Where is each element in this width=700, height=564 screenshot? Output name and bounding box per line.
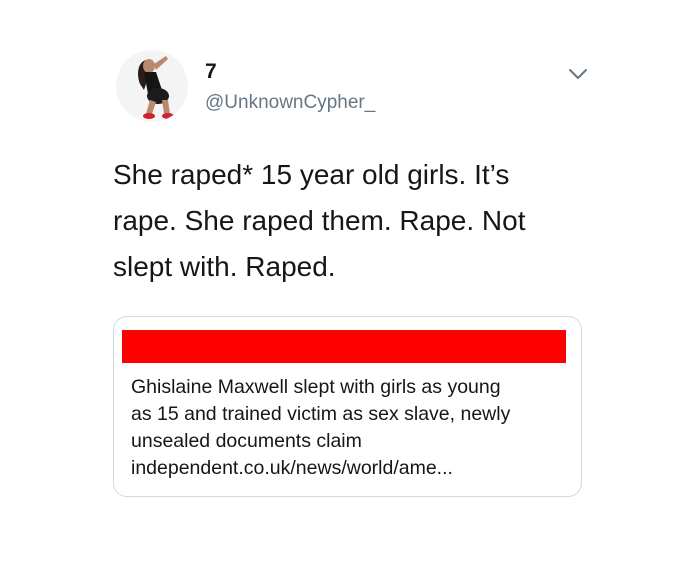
tweet-text-line: rape. She raped them. Rape. Not: [113, 205, 526, 236]
tweet-text-line: slept with. Raped.: [113, 251, 336, 282]
redacted-image: [122, 330, 566, 363]
link-card-body: Ghislaine Maxwell slept with girls as yo…: [131, 374, 571, 482]
tweet-menu-button[interactable]: [564, 62, 592, 86]
profile-photo-icon: [116, 50, 188, 122]
user-handle[interactable]: @UnknownCypher_: [205, 92, 375, 114]
link-card-title-line: unsealed documents claim: [131, 430, 362, 452]
display-name[interactable]: 7: [205, 60, 217, 84]
tweet: 7 @UnknownCypher_ She raped* 15 year old…: [0, 0, 700, 564]
chevron-down-icon: [569, 69, 587, 79]
link-preview-card[interactable]: Ghislaine Maxwell slept with girls as yo…: [113, 316, 582, 497]
avatar[interactable]: [116, 50, 188, 122]
tweet-text: She raped* 15 year old girls. It’s rape.…: [113, 152, 583, 290]
link-card-title-line: Ghislaine Maxwell slept with girls as yo…: [131, 376, 501, 398]
link-card-title-line: as 15 and trained victim as sex slave, n…: [131, 403, 511, 425]
link-card-url[interactable]: independent.co.uk/news/world/ame...: [131, 455, 571, 482]
tweet-text-line: She raped* 15 year old girls. It’s: [113, 159, 510, 190]
link-card-title: Ghislaine Maxwell slept with girls as yo…: [131, 374, 571, 455]
